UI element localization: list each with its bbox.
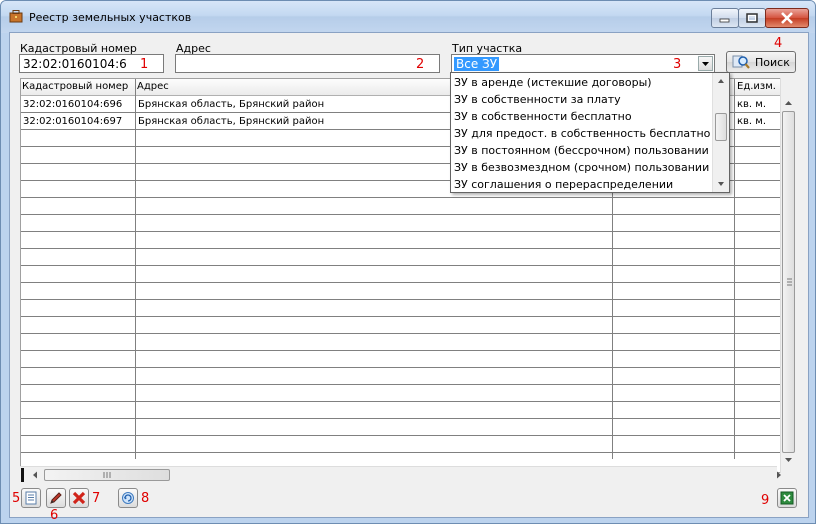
document-icon xyxy=(25,491,37,505)
marker-1: 1 xyxy=(140,57,149,72)
chevron-down-icon xyxy=(702,62,709,66)
row-divider xyxy=(21,350,781,351)
dropdown-option[interactable]: ЗУ в постоянном (бессрочном) пользовании xyxy=(454,144,709,157)
grid-horizontal-scrollbar[interactable] xyxy=(20,466,781,483)
row-divider xyxy=(21,316,781,317)
search-label: Поиск xyxy=(755,56,790,69)
magnifier-icon xyxy=(732,55,750,69)
column-divider xyxy=(734,79,735,459)
marker-8: 8 xyxy=(141,491,150,506)
column-header-unit[interactable]: Ед.изм. п xyxy=(737,81,781,92)
marker-3: 3 xyxy=(673,57,682,72)
row-divider xyxy=(21,231,781,232)
scroll-down-icon xyxy=(785,458,792,462)
scroll-up-icon xyxy=(718,79,724,83)
marker-2: 2 xyxy=(416,57,425,72)
delete-button[interactable] xyxy=(69,488,89,508)
row-indicator xyxy=(21,468,24,482)
cell-unit: кв. м. xyxy=(737,99,767,110)
row-divider xyxy=(21,265,781,266)
edit-button[interactable] xyxy=(46,488,66,508)
marker-6: 6 xyxy=(50,508,59,523)
marker-7: 7 xyxy=(92,491,101,506)
dropdown-option[interactable]: ЗУ в собственности за плату xyxy=(454,93,621,106)
marker-4: 4 xyxy=(774,36,783,51)
cadastral-value: 32:02:0160104:6 xyxy=(23,57,127,71)
row-divider xyxy=(21,418,781,419)
type-dropdown-list[interactable]: ЗУ в аренде (истекшие договоры) ЗУ в соб… xyxy=(450,72,730,193)
row-divider xyxy=(21,367,781,368)
scroll-left-icon xyxy=(33,471,37,479)
refresh-button[interactable] xyxy=(118,488,138,508)
grid-hscroll-thumb[interactable] xyxy=(44,469,170,481)
marker-5: 5 xyxy=(12,491,21,506)
maximize-button[interactable] xyxy=(738,8,766,28)
row-divider xyxy=(21,299,781,300)
dropdown-option[interactable]: ЗУ в собственности бесплатно xyxy=(454,110,632,123)
scroll-right-icon xyxy=(777,471,781,479)
cell-cadastral: 32:02:0160104:696 xyxy=(23,99,123,110)
pencil-icon xyxy=(50,492,62,504)
cell-unit: кв. м. xyxy=(737,116,767,127)
type-selected-value: Все ЗУ xyxy=(454,57,500,71)
close-button[interactable] xyxy=(765,8,809,28)
scroll-up-icon xyxy=(785,101,792,105)
row-divider xyxy=(21,282,781,283)
grid-vertical-scrollbar[interactable] xyxy=(780,78,796,473)
type-dropdown-button[interactable] xyxy=(698,56,713,71)
row-divider xyxy=(21,214,781,215)
excel-icon xyxy=(780,491,794,505)
row-divider xyxy=(21,452,781,453)
scroll-down-icon xyxy=(718,182,724,186)
row-divider xyxy=(21,333,781,334)
row-divider xyxy=(21,401,781,402)
dropdown-scroll-thumb[interactable] xyxy=(715,113,727,141)
grip-icon xyxy=(103,472,111,478)
grid-vscroll-thumb[interactable] xyxy=(782,111,795,453)
grip-icon xyxy=(787,278,792,286)
column-divider xyxy=(135,79,136,459)
briefcase-icon xyxy=(9,10,23,23)
column-header-cadastral[interactable]: Кадастровый номер xyxy=(22,81,134,92)
address-input[interactable] xyxy=(175,54,440,73)
row-divider xyxy=(21,197,781,198)
row-divider xyxy=(21,384,781,385)
dropdown-option[interactable]: ЗУ соглашения о перераспределении xyxy=(454,178,673,191)
add-button[interactable] xyxy=(21,488,41,508)
cell-cadastral: 32:02:0160104:697 xyxy=(23,116,123,127)
maximize-icon xyxy=(746,13,758,23)
refresh-icon xyxy=(122,492,134,504)
dropdown-option[interactable]: ЗУ в безвозмездном (срочном) пользовании xyxy=(454,161,709,174)
row-divider xyxy=(21,248,781,249)
dropdown-option[interactable]: ЗУ в аренде (истекшие договоры) xyxy=(454,76,652,89)
title-bar[interactable]: Реестр земельных участков xyxy=(1,1,815,33)
dropdown-scrollbar[interactable] xyxy=(712,73,729,192)
close-icon xyxy=(781,12,793,24)
dropdown-option[interactable]: ЗУ для предост. в собственность бесплатн… xyxy=(454,127,710,140)
red-x-icon xyxy=(72,491,86,505)
minimize-button[interactable] xyxy=(711,8,739,28)
minimize-icon xyxy=(719,18,730,23)
window-title: Реестр земельных участков xyxy=(29,11,192,24)
row-divider xyxy=(21,435,781,436)
export-excel-button[interactable] xyxy=(777,488,797,508)
marker-9: 9 xyxy=(761,493,770,508)
search-button[interactable]: Поиск xyxy=(726,51,796,73)
